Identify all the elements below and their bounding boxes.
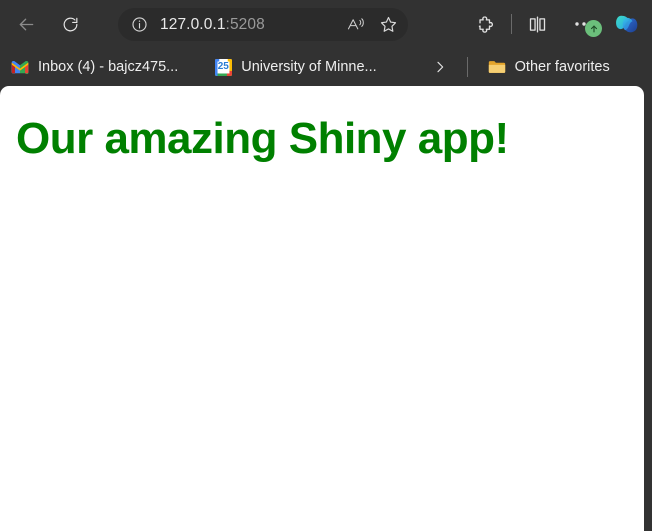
google-calendar-icon: 25 — [214, 58, 232, 76]
more-options-button[interactable] — [564, 7, 604, 41]
bookmark-university-of-minnesota[interactable]: 25 University of Minne... — [207, 53, 383, 81]
gmail-icon — [11, 58, 29, 76]
toolbar-divider — [511, 14, 512, 34]
url-text[interactable]: 127.0.0.1:5208 — [160, 16, 342, 34]
page-viewport: Our amazing Shiny app! — [0, 86, 644, 531]
update-available-badge — [585, 20, 602, 37]
bookmark-gmail[interactable]: Inbox (4) - bajcz475... — [4, 53, 185, 81]
extensions-puzzle-icon — [478, 15, 493, 33]
bookmarks-divider — [466, 57, 468, 77]
read-aloud-button[interactable] — [342, 11, 370, 39]
page-title: Our amazing Shiny app! — [16, 114, 509, 163]
bookmark-label: Inbox (4) - bajcz475... — [38, 59, 179, 75]
toolbar-right-actions — [469, 0, 652, 48]
url-host: 127.0.0.1 — [160, 15, 226, 33]
address-bar[interactable]: 127.0.0.1:5208 — [118, 8, 408, 41]
reload-icon — [63, 17, 77, 31]
folder-icon — [488, 58, 506, 76]
split-screen-button[interactable] — [520, 7, 554, 41]
chevron-right-icon — [437, 61, 443, 73]
url-port: :5208 — [225, 15, 265, 33]
bookmarks-overflow-button[interactable] — [426, 53, 454, 81]
arrow-up-icon — [590, 25, 597, 32]
info-circle-icon[interactable] — [126, 12, 152, 38]
browser-toolbar: 127.0.0.1:5208 — [0, 0, 652, 48]
read-aloud-icon — [347, 18, 364, 30]
reload-button[interactable] — [53, 7, 87, 41]
bookmark-label: University of Minne... — [241, 59, 377, 75]
extensions-button[interactable] — [469, 7, 503, 41]
copilot-button[interactable] — [610, 7, 644, 41]
copilot-icon — [616, 15, 638, 33]
back-arrow-icon — [19, 18, 33, 30]
bookmark-other-favorites[interactable]: Other favorites — [481, 53, 617, 81]
calendar-day-number: 25 — [217, 61, 229, 72]
split-screen-icon — [529, 15, 545, 33]
back-button[interactable] — [9, 7, 43, 41]
star-icon — [380, 16, 396, 32]
bookmark-label: Other favorites — [514, 59, 610, 75]
browser-chrome: 127.0.0.1:5208 Inbox (4) - bajcz475... 2… — [0, 0, 652, 86]
bookmarks-bar: Inbox (4) - bajcz475... 25 University of… — [0, 48, 652, 86]
favorite-button[interactable] — [374, 11, 402, 39]
